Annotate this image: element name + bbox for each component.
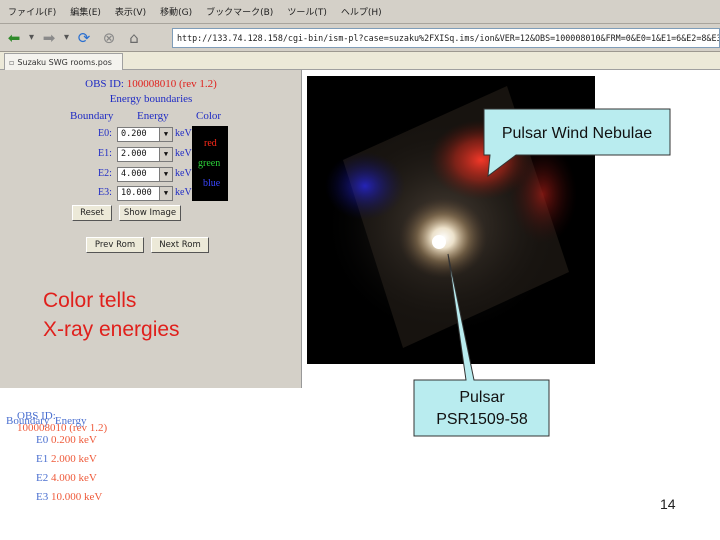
menu-tools[interactable]: ツール(T): [287, 5, 327, 18]
lower-row-value: 0.200 keV: [50, 434, 97, 446]
energy-column-header: Energy: [137, 110, 169, 122]
menu-file[interactable]: ファイル(F): [8, 5, 56, 18]
forward-icon[interactable]: ➡: [39, 28, 59, 48]
pulsar-point: [432, 235, 446, 249]
obs-id-line: OBS ID: 100008010 (rev 1.2): [0, 78, 302, 90]
e2-select[interactable]: 4.000 ▼: [117, 167, 173, 182]
forward-dropdown-icon[interactable]: ▾: [64, 32, 69, 43]
lower-row-label: E2: [36, 472, 49, 484]
annotation-line-2: X-ray energies: [43, 318, 180, 341]
annotation-line-1: Color tells: [43, 289, 137, 312]
e2-unit: keV: [175, 168, 192, 179]
back-dropdown-icon[interactable]: ▾: [29, 32, 34, 43]
red-nebula: [429, 120, 533, 200]
menu-edit[interactable]: 編集(E): [70, 5, 101, 18]
color-blue-label: blue: [203, 178, 221, 189]
lower-row-label: E0: [36, 434, 49, 446]
menu-bar: ファイル(F) 編集(E) 表示(V) 移動(G) ブックマーク(B) ツール(…: [0, 0, 720, 24]
annotation-text: Color tells X-ray energies: [43, 286, 180, 344]
prev-rom-button[interactable]: Prev Rom: [86, 237, 144, 253]
e2-value: 4.000: [121, 169, 147, 179]
tab-strip: ▫ Suzaku SWG rooms.pos: [0, 52, 720, 70]
xray-image: [307, 76, 595, 364]
e1-select[interactable]: 2.000 ▼: [117, 147, 173, 162]
blue-emission: [325, 152, 405, 220]
e1-unit: keV: [175, 148, 192, 159]
e3-label: E3:: [98, 187, 112, 198]
tab-current[interactable]: ▫ Suzaku SWG rooms.pos: [4, 53, 123, 70]
menu-bookmarks[interactable]: ブックマーク(B): [206, 5, 273, 18]
boundary-column-header: Boundary: [70, 110, 114, 122]
menu-go[interactable]: 移動(G): [160, 5, 192, 18]
lower-row: E2 4.000 keV: [36, 472, 97, 484]
lower-row-value: 10.000 keV: [50, 491, 103, 503]
e3-select[interactable]: 10.000 ▼: [117, 186, 173, 201]
color-red-label: red: [204, 138, 217, 149]
menu-view[interactable]: 表示(V): [115, 5, 146, 18]
chevron-down-icon: ▼: [159, 168, 172, 181]
url-input[interactable]: http://133.74.128.158/cgi-bin/ism-pl?cas…: [172, 28, 720, 48]
lower-row-label: E1: [36, 453, 49, 465]
menu-help[interactable]: ヘルプ(H): [341, 5, 382, 18]
lower-row-value: 4.000 keV: [50, 472, 97, 484]
back-icon[interactable]: ⬅: [4, 28, 24, 48]
obs-id-value: 100008010 (rev 1.2): [126, 78, 217, 90]
lower-row-label: E3: [36, 491, 49, 503]
color-green-label: green: [198, 158, 221, 169]
home-icon[interactable]: ⌂: [124, 28, 144, 48]
lower-row: E3 10.000 keV: [36, 491, 102, 503]
color-legend: red green blue: [192, 126, 228, 201]
tab-label: Suzaku SWG rooms.pos: [17, 57, 112, 67]
e1-label: E1:: [98, 148, 112, 159]
e0-value: 0.200: [121, 129, 147, 139]
page-icon: ▫: [9, 57, 15, 67]
e0-select[interactable]: 0.200 ▼: [117, 127, 173, 142]
lower-header: Boundary Energy: [6, 415, 87, 427]
reset-button[interactable]: Reset: [72, 205, 112, 221]
obs-id-label: OBS ID:: [85, 78, 124, 90]
e0-unit: keV: [175, 128, 192, 139]
navigation-toolbar: ⬅ ▾ ➡ ▾ ⟳ ⊗ ⌂ http://133.74.128.158/cgi-…: [0, 24, 720, 52]
e3-value: 10.000: [121, 188, 152, 198]
next-rom-button[interactable]: Next Rom: [151, 237, 209, 253]
chevron-down-icon: ▼: [159, 128, 172, 141]
lower-row-value: 2.000 keV: [50, 453, 97, 465]
chevron-down-icon: ▼: [159, 187, 172, 200]
show-image-button[interactable]: Show Image: [119, 205, 181, 221]
e3-unit: keV: [175, 187, 192, 198]
e1-value: 2.000: [121, 149, 147, 159]
lower-row: E1 2.000 keV: [36, 453, 97, 465]
lower-row: E0 0.200 keV: [36, 434, 97, 446]
page-number: 14: [660, 496, 676, 512]
chevron-down-icon: ▼: [159, 148, 172, 161]
reload-icon[interactable]: ⟳: [74, 28, 94, 48]
e0-label: E0:: [98, 128, 112, 139]
stop-icon[interactable]: ⊗: [99, 28, 119, 48]
energy-boundaries-heading: Energy boundaries: [109, 93, 193, 105]
color-column-header: Color: [196, 110, 222, 122]
e2-label: E2:: [98, 168, 112, 179]
lower-listing: OBS ID: 100008010 (rev 1.2) Boundary Ene…: [0, 388, 720, 540]
